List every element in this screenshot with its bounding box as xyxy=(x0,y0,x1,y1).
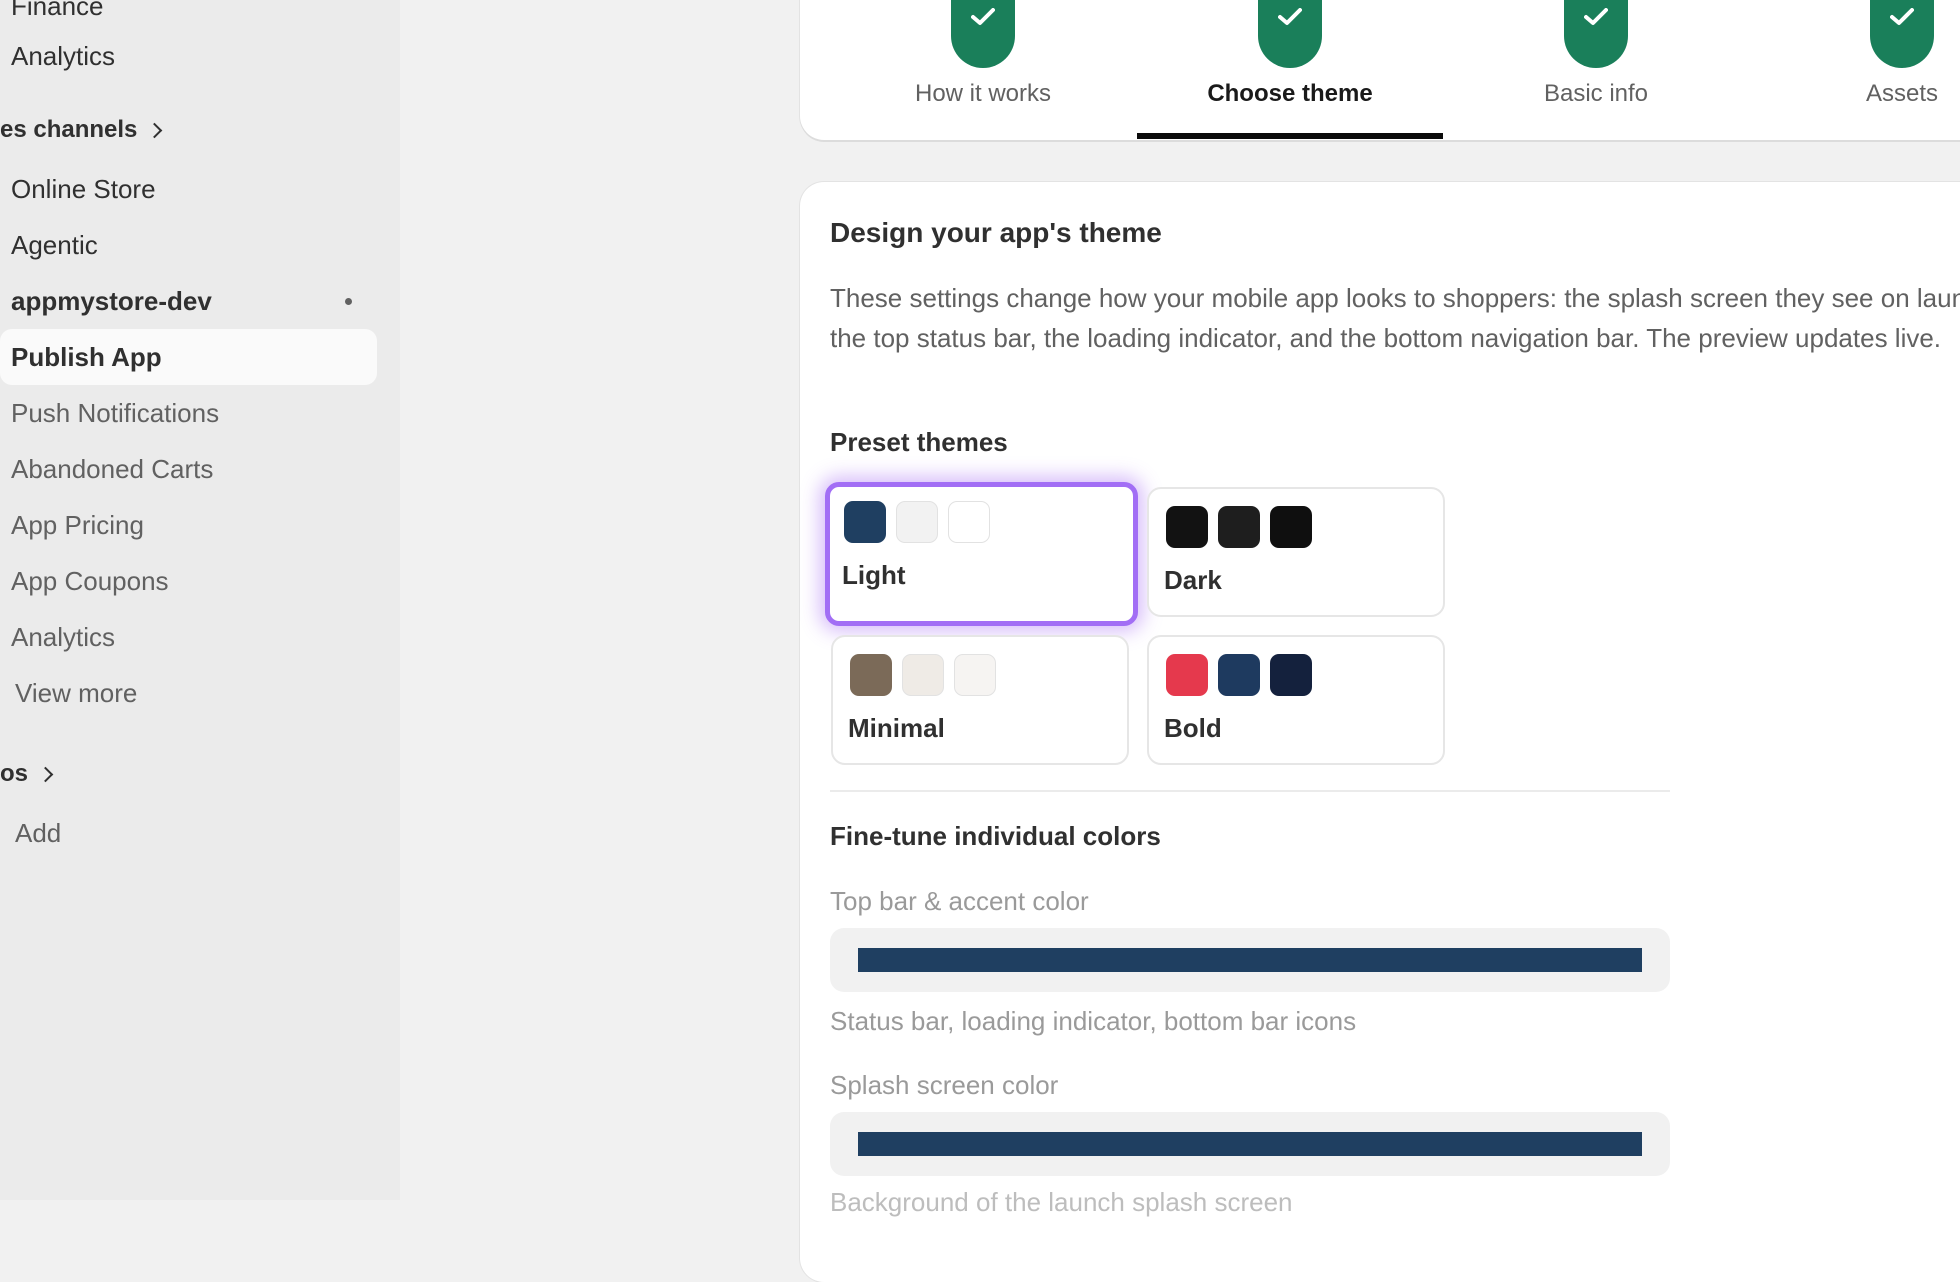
step-label: Assets xyxy=(1865,80,1939,107)
color-swatch xyxy=(1166,506,1208,548)
step-assets[interactable]: Assets xyxy=(1749,0,1960,139)
step-label: How it works xyxy=(914,80,1052,107)
step-choose-theme[interactable]: Choose theme xyxy=(1137,0,1443,139)
splash-color-label: Splash screen color xyxy=(830,1070,1059,1100)
view-more-link[interactable]: View more xyxy=(15,678,137,709)
color-swatch xyxy=(1166,654,1208,696)
sidebar-item-online-store[interactable]: Online Store xyxy=(0,161,377,217)
chevron-right-icon xyxy=(147,122,163,138)
active-step-indicator xyxy=(1137,133,1443,139)
preset-minimal[interactable]: Minimal xyxy=(831,635,1129,765)
sidebar-item-publish-app[interactable]: Publish App xyxy=(0,329,377,385)
sidebar: Finance Analytics es channels Online Sto… xyxy=(0,0,400,1200)
sidebar-item-label: Analytics xyxy=(11,40,116,71)
swatch-group xyxy=(1166,506,1312,548)
swatch-group xyxy=(850,654,996,696)
chevron-right-icon xyxy=(37,766,54,782)
sidebar-item-label: Agentic xyxy=(11,229,98,260)
sidebar-item-abandoned-carts[interactable]: Abandoned Carts xyxy=(0,441,377,497)
sidebar-item-app-pricing[interactable]: App Pricing xyxy=(0,497,377,553)
apps-heading[interactable]: os xyxy=(0,760,54,788)
sidebar-item-label: Finance xyxy=(11,0,104,21)
theme-title: Design your app's theme xyxy=(830,217,1162,248)
check-icon xyxy=(1564,0,1628,68)
color-preview xyxy=(858,1132,1642,1156)
splash-color-help: Background of the launch splash screen xyxy=(830,1187,1293,1217)
step-label: Choose theme xyxy=(1207,80,1373,107)
dot-icon xyxy=(345,298,352,305)
step-how-it-works[interactable]: How it works xyxy=(830,0,1136,139)
sidebar-item-label: App Pricing xyxy=(11,509,144,540)
preset-name: Light xyxy=(842,560,906,590)
color-swatch xyxy=(954,654,996,696)
sidebar-item-push-notifications[interactable]: Push Notifications xyxy=(0,385,377,441)
theme-card: Design your app's theme These settings c… xyxy=(800,182,1960,1282)
preset-name: Minimal xyxy=(848,713,945,743)
sidebar-item-label: Push Notifications xyxy=(11,397,220,428)
color-swatch xyxy=(844,501,886,543)
section-label: os xyxy=(0,760,29,787)
section-label: es channels xyxy=(0,116,138,143)
check-icon xyxy=(951,0,1015,68)
sidebar-item-app-coupons[interactable]: App Coupons xyxy=(0,553,377,609)
splash-color-input[interactable] xyxy=(830,1112,1670,1176)
step-label: Basic info xyxy=(1543,80,1649,107)
stepper-card: How it works Choose theme Basic info Ass… xyxy=(800,0,1960,140)
preset-name: Dark xyxy=(1164,565,1222,595)
sidebar-item-label: appmystore-dev xyxy=(11,285,212,316)
color-swatch xyxy=(948,501,990,543)
preset-themes-heading: Preset themes xyxy=(830,427,1008,457)
color-swatch xyxy=(1270,506,1312,548)
top-bar-color-label: Top bar & accent color xyxy=(830,886,1089,916)
preset-name: Bold xyxy=(1164,713,1222,743)
add-app-link[interactable]: Add xyxy=(15,818,61,849)
color-swatch xyxy=(896,501,938,543)
sidebar-item-app[interactable]: appmystore-dev xyxy=(0,273,377,329)
top-bar-color-help: Status bar, loading indicator, bottom ba… xyxy=(830,1006,1357,1036)
preset-light[interactable]: Light xyxy=(825,482,1138,626)
sales-channels-heading[interactable]: es channels xyxy=(0,116,163,144)
color-preview xyxy=(858,948,1642,972)
color-swatch xyxy=(1218,654,1260,696)
sidebar-item-analytics-app[interactable]: Analytics xyxy=(0,609,377,665)
preset-bold[interactable]: Bold xyxy=(1147,635,1445,765)
color-swatch xyxy=(1218,506,1260,548)
fine-tune-heading: Fine-tune individual colors xyxy=(830,821,1161,851)
color-swatch xyxy=(902,654,944,696)
preset-dark[interactable]: Dark xyxy=(1147,487,1445,617)
divider xyxy=(830,790,1670,792)
color-swatch xyxy=(850,654,892,696)
step-basic-info[interactable]: Basic info xyxy=(1443,0,1749,139)
top-bar-color-input[interactable] xyxy=(830,928,1670,992)
sidebar-item-label: Online Store xyxy=(11,173,156,204)
sidebar-item-analytics[interactable]: Analytics xyxy=(0,28,377,84)
check-icon xyxy=(1258,0,1322,68)
sidebar-item-label: Analytics xyxy=(11,621,116,652)
swatch-group xyxy=(844,501,990,543)
check-icon xyxy=(1870,0,1934,68)
swatch-group xyxy=(1166,654,1312,696)
sidebar-item-label: Abandoned Carts xyxy=(11,453,214,484)
sidebar-item-agentic[interactable]: Agentic xyxy=(0,217,377,273)
color-swatch xyxy=(1270,654,1312,696)
theme-description: These settings change how your mobile ap… xyxy=(830,283,1960,353)
sidebar-item-label: App Coupons xyxy=(11,565,169,596)
sidebar-item-label: Publish App xyxy=(11,341,162,372)
